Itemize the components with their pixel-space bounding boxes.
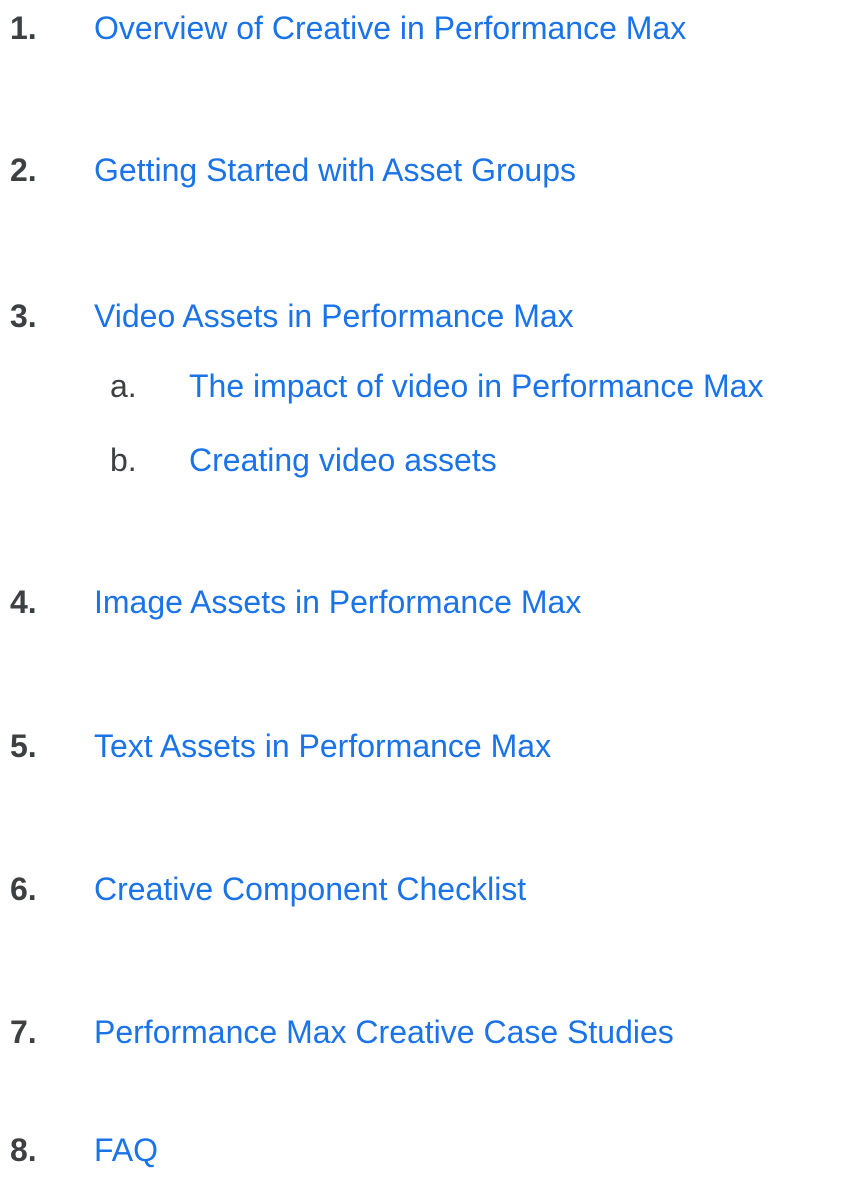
toc-item-link[interactable]: Getting Started with Asset Groups [94, 152, 576, 189]
toc-item-number: 4. [10, 583, 37, 620]
toc-item-link[interactable]: Text Assets in Performance Max [94, 728, 551, 765]
toc-item-number: 8. [10, 1131, 37, 1168]
toc-item-2[interactable]: 2. Getting Started with Asset Groups [10, 146, 576, 194]
toc-item-3[interactable]: 3. Video Assets in Performance Max [10, 292, 574, 340]
toc-subitem-3b[interactable]: b. Creating video assets [110, 436, 497, 484]
toc-item-link[interactable]: Image Assets in Performance Max [94, 584, 581, 621]
toc-item-number: 3. [10, 297, 37, 334]
toc-item-5[interactable]: 5. Text Assets in Performance Max [10, 722, 551, 770]
table-of-contents: 1. Overview of Creative in Performance M… [0, 0, 866, 1197]
toc-item-link[interactable]: Overview of Creative in Performance Max [94, 10, 686, 47]
toc-item-link[interactable]: Video Assets in Performance Max [94, 298, 574, 335]
toc-subitem-link[interactable]: The impact of video in Performance Max [189, 368, 763, 405]
toc-item-link[interactable]: FAQ [94, 1132, 158, 1169]
toc-subitem-letter: a. [110, 367, 137, 404]
toc-item-number: 6. [10, 870, 37, 907]
toc-item-number: 2. [10, 151, 37, 188]
toc-item-7[interactable]: 7. Performance Max Creative Case Studies [10, 1008, 674, 1056]
toc-item-8[interactable]: 8. FAQ [10, 1126, 158, 1174]
toc-item-number: 7. [10, 1013, 37, 1050]
toc-item-link[interactable]: Creative Component Checklist [94, 871, 526, 908]
toc-item-number: 5. [10, 727, 37, 764]
toc-subitem-3a[interactable]: a. The impact of video in Performance Ma… [110, 362, 763, 410]
toc-item-link[interactable]: Performance Max Creative Case Studies [94, 1014, 674, 1051]
toc-subitem-letter: b. [110, 441, 137, 478]
toc-item-4[interactable]: 4. Image Assets in Performance Max [10, 578, 581, 626]
toc-item-6[interactable]: 6. Creative Component Checklist [10, 865, 526, 913]
toc-item-1[interactable]: 1. Overview of Creative in Performance M… [10, 4, 686, 52]
toc-subitem-link[interactable]: Creating video assets [189, 442, 497, 479]
toc-item-number: 1. [10, 9, 37, 46]
